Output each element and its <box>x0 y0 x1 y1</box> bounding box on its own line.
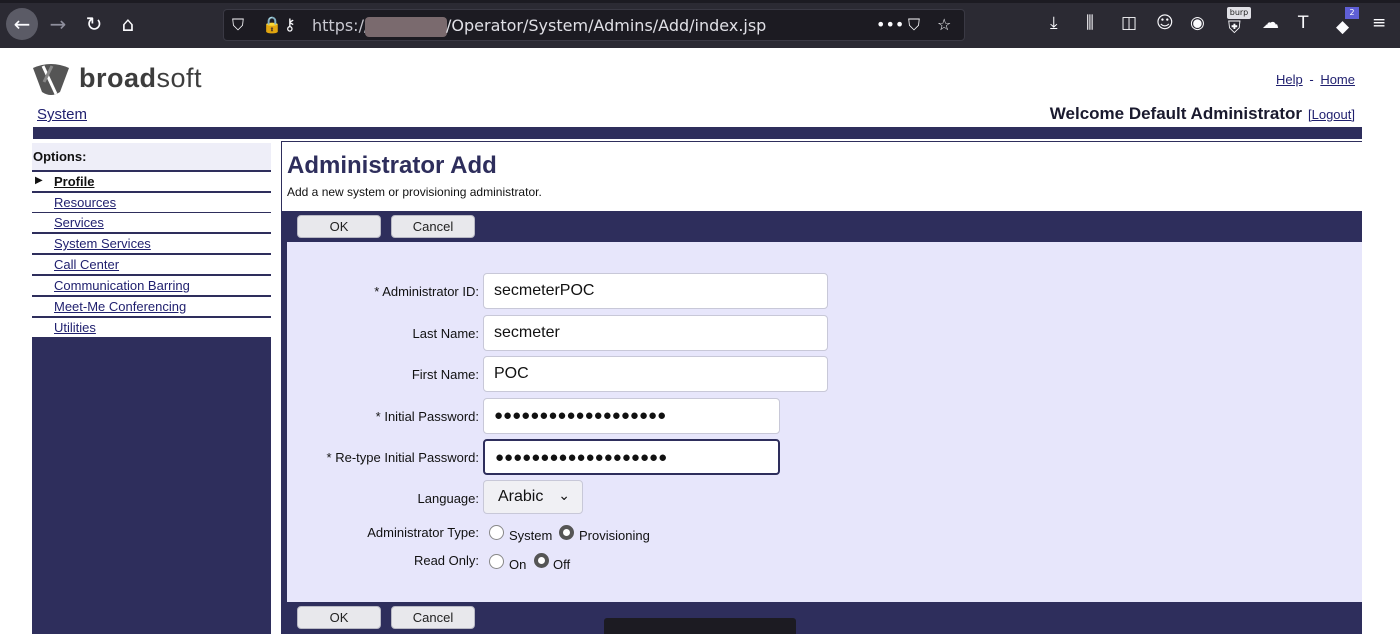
key-icon[interactable]: ⚷ <box>284 15 296 34</box>
current-arrow-icon: ▶ <box>35 175 43 186</box>
read-only-on-radio[interactable] <box>489 554 504 569</box>
url-host-redacted <box>365 17 447 37</box>
sidebar-item-call-center[interactable]: Call Center <box>32 254 271 274</box>
library-icon[interactable]: ⫼ <box>1086 13 1094 33</box>
shield-icon[interactable]: ⛉ <box>232 15 244 35</box>
cancel-button[interactable]: Cancel <box>391 215 475 238</box>
last-name-label: Last Name: <box>412 326 479 341</box>
sidebar-item-system-services[interactable]: System Services <box>32 233 271 253</box>
broadsoft-logo-icon <box>33 64 69 95</box>
sidebar-item-utilities[interactable]: Utilities <box>32 317 271 337</box>
pocket-icon[interactable]: ⛉ <box>908 15 920 35</box>
page-header: Administrator Add Add a new system or pr… <box>282 142 1362 211</box>
language-label: Language: <box>417 491 479 506</box>
menu-icon[interactable]: ≡ <box>1372 13 1386 33</box>
help-link[interactable]: Help <box>1276 72 1303 87</box>
url-path: /Operator/System/Admins/Add/index.jsp <box>446 16 767 35</box>
read-only-on-label: On <box>509 557 527 572</box>
sidebar-item-resources[interactable]: Resources <box>32 192 271 212</box>
url-prefix: https:// <box>312 16 370 35</box>
sidebar-item-meet-me-conferencing[interactable]: Meet-Me Conferencing <box>32 296 271 316</box>
read-only-off-label: Off <box>553 557 571 572</box>
admin-type-system-label: System <box>509 528 553 543</box>
retype-password-label: * Re-type Initial Password: <box>326 450 479 465</box>
more-actions-icon[interactable]: ••• <box>876 15 904 34</box>
options-sidebar: Options: ▶ Profile Resources Services Sys… <box>32 143 271 634</box>
reload-icon[interactable]: ↻ <box>78 8 110 40</box>
home-icon[interactable]: ⌂ <box>112 8 144 40</box>
admin-type-provisioning-label: Provisioning <box>579 528 650 543</box>
last-name-input[interactable]: secmeter <box>483 315 828 351</box>
admin-id-input[interactable]: secmeterPOC <box>483 273 828 309</box>
top-button-bar: OK Cancel <box>287 211 1362 241</box>
addon-icon[interactable]: ◆ <box>1336 17 1349 37</box>
extension-icon[interactable]: ◉ <box>1190 13 1205 33</box>
toolbar-edge <box>0 0 1400 3</box>
sidebar-item-communication-barring[interactable]: Communication Barring <box>32 275 271 295</box>
link-separator: - <box>1309 72 1314 87</box>
cancel-button-bottom[interactable]: Cancel <box>391 606 475 629</box>
sidebar-item-services[interactable]: Services <box>32 212 271 232</box>
status-overlay <box>604 618 796 634</box>
lock-icon[interactable]: 🔒 <box>262 15 282 34</box>
options-heading: Options: <box>32 143 271 170</box>
bottom-button-bar: OK Cancel <box>287 602 1362 632</box>
password-label: * Initial Password: <box>375 409 479 424</box>
language-selected-value: Arabic <box>498 488 544 505</box>
admin-form: * Administrator ID: secmeterPOC Last Nam… <box>287 242 1362 602</box>
page-title: Administrator Add <box>287 152 497 179</box>
password-input[interactable]: ●●●●●●●●●●●●●●●●●●● <box>483 398 780 434</box>
forward-icon[interactable]: → <box>42 8 74 40</box>
logout-link[interactable]: [Logout] <box>1308 107 1355 122</box>
home-link[interactable]: Home <box>1320 72 1355 87</box>
address-bar[interactable]: ⛉ 🔒 ⚷ https:// /Operator/System/Admins/A… <box>223 9 965 41</box>
main-panel: Administrator Add Add a new system or pr… <box>281 141 1362 634</box>
retype-password-input[interactable]: ●●●●●●●●●●●●●●●●●●● <box>483 439 780 475</box>
welcome-message: Welcome Default Administrator [Logout] <box>1050 104 1355 124</box>
language-select[interactable]: Arabic ⌄ <box>483 480 583 514</box>
welcome-text: Welcome Default Administrator <box>1049 104 1302 123</box>
first-name-input[interactable]: POC <box>483 356 828 392</box>
back-icon[interactable]: ← <box>6 8 38 40</box>
read-only-off-radio[interactable] <box>534 553 549 568</box>
brand-logo: broadsoft <box>79 63 203 93</box>
admin-type-provisioning-radio[interactable] <box>559 525 574 540</box>
top-links: Help - Home <box>1276 72 1355 87</box>
burp-icon[interactable]: ⛨ <box>1228 18 1241 38</box>
page-description: Add a new system or provisioning adminis… <box>287 185 542 199</box>
header-divider-bar <box>33 127 1362 139</box>
system-breadcrumb-link[interactable]: System <box>37 106 87 123</box>
bookmark-star-icon[interactable]: ☆ <box>937 15 951 34</box>
download-icon[interactable]: ⤓ <box>1050 13 1058 33</box>
read-only-label: Read Only: <box>413 553 479 568</box>
ok-button-bottom[interactable]: OK <box>297 606 381 629</box>
sidebar-icon[interactable]: ◫ <box>1121 13 1137 33</box>
ok-button[interactable]: OK <box>297 215 381 238</box>
text-icon[interactable]: T <box>1298 13 1308 33</box>
browser-toolbar: ← → ↻ ⌂ ⛉ 🔒 ⚷ https:// /Operator/System/… <box>0 0 1400 48</box>
chevron-down-icon: ⌄ <box>558 487 570 503</box>
admin-type-system-radio[interactable] <box>489 525 504 540</box>
sidebar-item-profile[interactable]: ▶ Profile <box>32 171 271 191</box>
first-name-label: First Name: <box>411 367 479 382</box>
container-icon[interactable]: ☁ <box>1262 13 1279 33</box>
account-icon[interactable]: ☺ <box>1156 13 1174 33</box>
admin-id-label: * Administrator ID: <box>374 284 479 299</box>
admin-type-label: Administrator Type: <box>367 525 479 540</box>
